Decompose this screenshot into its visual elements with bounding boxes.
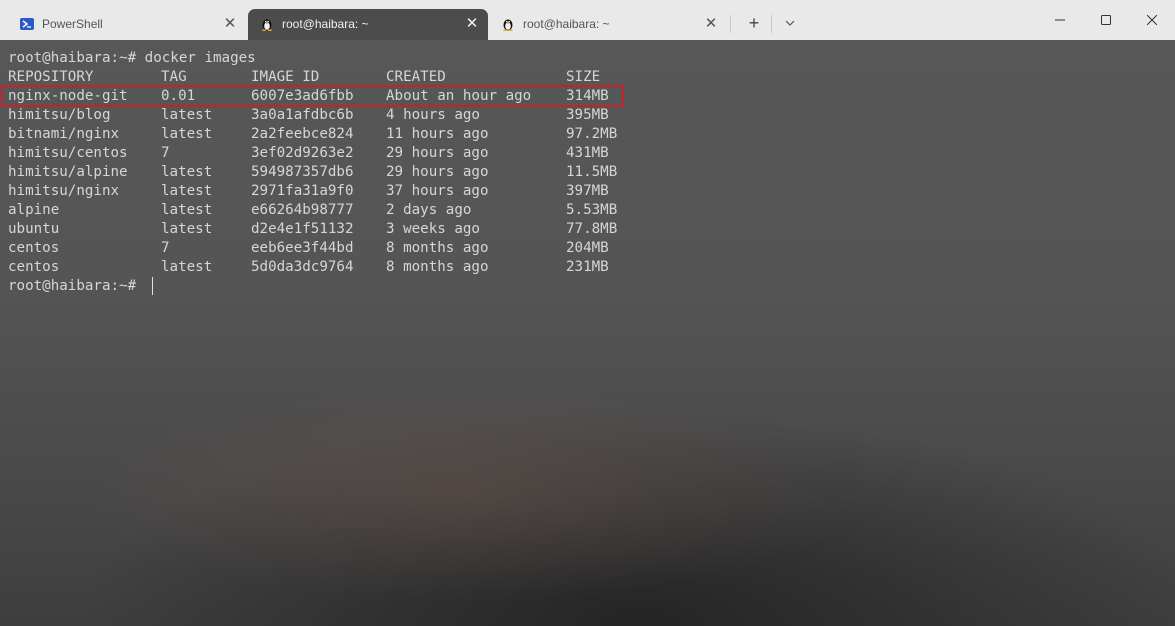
table-row: ubuntu latest d2e4e1f51132 3 weeks ago 7… [8,220,617,239]
minimize-icon [1055,19,1065,21]
tag-cell: 7 [161,145,170,161]
close-window-button[interactable] [1129,0,1175,40]
tab-divider [730,15,731,33]
size-cell: 395MB [566,107,609,123]
tag-cell: latest [161,126,213,142]
tab-dropdown-button[interactable] [780,12,800,34]
image-id-cell: 3ef02d9263e2 [251,145,354,161]
prompt-line: root@haibara:~# [8,278,137,294]
size-cell: 204MB [566,240,609,256]
close-icon[interactable]: ✕ [703,16,719,32]
tab-label: root@haibara: ~ [282,17,369,31]
highlight-annotation-box [1,85,624,107]
size-cell: 97.2MB [566,126,618,142]
created-cell: 2 days ago [386,202,472,218]
terminal-window: PowerShell ✕ root@haibara: ~ ✕ root@haib… [0,0,1175,626]
tab-root-haibara-active[interactable]: root@haibara: ~ ✕ [248,9,488,40]
repository-cell: bitnami/nginx [8,126,120,142]
table-row: himitsu/centos 7 3ef02d9263e2 29 hours a… [8,144,609,163]
new-tab-button[interactable]: + [744,12,764,34]
close-icon [1147,15,1157,25]
created-cell: 11 hours ago [386,126,489,142]
tag-cell: latest [161,183,213,199]
repository-cell: centos [8,240,60,256]
size-cell: 397MB [566,183,609,199]
table-row: alpine latest e66264b98777 2 days ago 5.… [8,201,617,220]
tab-root-haibara[interactable]: root@haibara: ~ ✕ [489,9,727,40]
image-id-cell: eeb6ee3f44bd [251,240,354,256]
size-cell: 431MB [566,145,609,161]
command-line: root@haibara:~# docker images [8,50,256,66]
image-id-cell: 594987357db6 [251,164,354,180]
size-cell: 11.5MB [566,164,618,180]
linux-tux-icon [503,19,513,31]
linux-tux-icon [262,19,272,31]
image-id-cell: 5d0da3dc9764 [251,259,354,275]
chevron-down-icon [785,20,795,26]
table-row: himitsu/blog latest 3a0a1afdbc6b 4 hours… [8,106,609,125]
repository-cell: himitsu/alpine [8,164,128,180]
image-id-cell: 2a2feebce824 [251,126,354,142]
table-row: centos latest 5d0da3dc9764 8 months ago … [8,258,609,277]
image-id-cell: 3a0a1afdbc6b [251,107,354,123]
repository-cell: alpine [8,202,60,218]
created-cell: 8 months ago [386,259,489,275]
maximize-icon [1101,15,1111,25]
powershell-icon [20,18,34,30]
tag-cell: latest [161,221,213,237]
created-cell: 29 hours ago [386,145,489,161]
text-cursor [152,277,153,295]
created-cell: 8 months ago [386,240,489,256]
table-row: himitsu/nginx latest 2971fa31a9f0 37 hou… [8,182,609,201]
tag-cell: latest [161,259,213,275]
table-row: himitsu/alpine latest 594987357db6 29 ho… [8,163,617,182]
size-cell: 5.53MB [566,202,618,218]
repository-cell: ubuntu [8,221,60,237]
size-cell: 231MB [566,259,609,275]
terminal-pane[interactable]: root@haibara:~# docker images REPOSITORY… [0,40,1175,626]
repository-cell: himitsu/centos [8,145,128,161]
tab-divider [771,15,772,33]
repository-cell: himitsu/blog [8,107,111,123]
tab-bar: PowerShell ✕ root@haibara: ~ ✕ root@haib… [0,0,1175,40]
image-id-cell: d2e4e1f51132 [251,221,354,237]
image-id-cell: e66264b98777 [251,202,354,218]
size-cell: 77.8MB [566,221,618,237]
created-cell: 4 hours ago [386,107,480,123]
tag-cell: 7 [161,240,170,256]
close-icon[interactable]: ✕ [464,16,480,32]
table-row: centos 7 eeb6ee3f44bd 8 months ago 204MB [8,239,609,258]
created-cell: 3 weeks ago [386,221,480,237]
tag-cell: latest [161,164,213,180]
tab-label: root@haibara: ~ [523,17,610,31]
tab-label: PowerShell [42,17,103,31]
tab-powershell[interactable]: PowerShell ✕ [8,9,246,40]
repository-cell: centos [8,259,60,275]
created-cell: 37 hours ago [386,183,489,199]
maximize-button[interactable] [1083,0,1129,40]
image-id-cell: 2971fa31a9f0 [251,183,354,199]
table-row: bitnami/nginx latest 2a2feebce824 11 hou… [8,125,617,144]
close-icon[interactable]: ✕ [222,16,238,32]
created-cell: 29 hours ago [386,164,489,180]
minimize-button[interactable] [1037,0,1083,40]
tag-cell: latest [161,202,213,218]
repository-cell: himitsu/nginx [8,183,120,199]
tag-cell: latest [161,107,213,123]
